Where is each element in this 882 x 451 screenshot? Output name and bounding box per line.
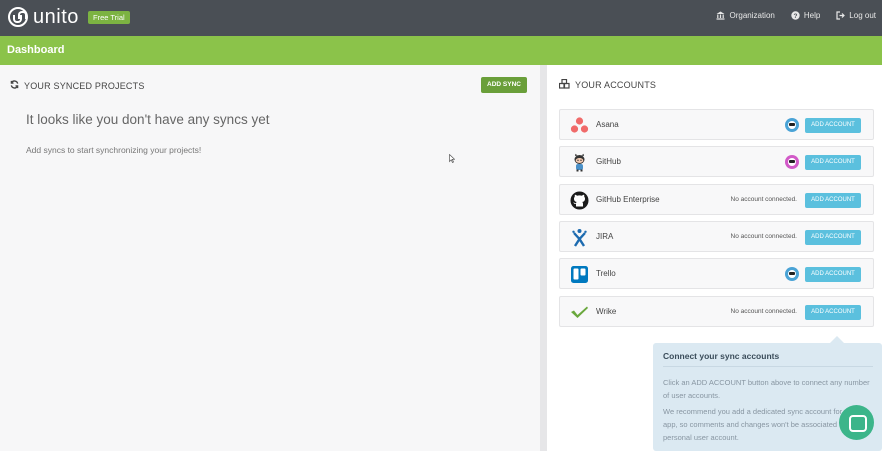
dashboard-bar: Dashboard [0,36,882,65]
add-account-button-trello[interactable]: ADD ACCOUNT [805,267,861,282]
empty-state-title: It looks like you don't have any syncs y… [26,112,270,127]
account-name: Asana [596,120,619,129]
logout-label: Log out [849,11,876,20]
add-account-button-wrike[interactable]: ADD ACCOUNT [805,305,861,320]
add-account-button-jira[interactable]: ADD ACCOUNT [805,230,861,245]
logo-text: unito [33,6,79,28]
free-trial-badge: Free Trial [88,11,130,24]
asana-icon [570,116,589,135]
account-row-trello: Trello ADD ACCOUNT [559,258,874,289]
organization-link[interactable]: Organization [716,11,775,20]
tooltip-title: Connect your sync accounts [663,351,780,361]
jira-icon [570,228,589,247]
empty-state-subtitle: Add syncs to start synchronizing your pr… [26,145,202,155]
bank-icon [716,11,725,20]
accounts-heading: YOUR ACCOUNTS [558,78,657,91]
account-name: GitHub [596,157,621,166]
svg-text:?: ? [793,13,797,20]
tooltip-divider [663,366,873,367]
user-avatar[interactable] [785,267,799,281]
tooltip-paragraph-1: Click an ADD ACCOUNT button above to con… [663,378,870,400]
account-name: Wrike [596,307,617,316]
synced-projects-title: YOUR SYNCED PROJECTS [24,80,145,91]
account-name: JIRA [596,232,614,241]
no-account-status: No account connected. [730,308,798,315]
github-octocat-icon [570,153,589,172]
no-account-status: No account connected. [730,233,798,240]
user-avatar[interactable] [785,118,799,132]
cubes-icon [558,78,570,91]
top-navbar: unito Free Trial Organization ? Help Log… [0,0,882,36]
account-row-asana: Asana ADD ACCOUNT [559,109,874,140]
add-sync-button[interactable]: ADD SYNC [481,77,527,93]
account-row-wrike: Wrike No account connected. ADD ACCOUNT [559,296,874,327]
logout-link[interactable]: Log out [836,11,876,20]
unito-logo[interactable]: unito [8,7,79,27]
no-account-status: No account connected. [730,196,798,203]
add-account-button-github-enterprise[interactable]: ADD ACCOUNT [805,193,861,208]
question-circle-icon: ? [791,11,800,20]
accounts-title: YOUR ACCOUNTS [575,80,657,90]
account-row-github-enterprise: GitHub Enterprise No account connected. … [559,184,874,215]
add-account-button-github[interactable]: ADD ACCOUNT [805,155,861,170]
account-name: GitHub Enterprise [596,195,660,204]
tooltip-arrow [830,336,844,343]
trello-icon [570,265,589,284]
panel-divider [540,65,547,451]
github-icon [570,191,589,210]
chat-launcher-button[interactable] [839,405,874,440]
account-row-jira: JIRA No account connected. ADD ACCOUNT [559,221,874,252]
help-label: Help [803,11,821,20]
account-row-github: GitHub ADD ACCOUNT [559,146,874,177]
help-link[interactable]: ? Help [791,11,820,20]
synced-projects-heading: YOUR SYNCED PROJECTS [10,80,145,91]
unito-logo-icon [8,7,28,27]
wrike-icon [570,303,589,322]
add-account-button-asana[interactable]: ADD ACCOUNT [805,118,861,133]
refresh-icon [10,80,19,91]
page-title: Dashboard [7,44,65,56]
organization-label: Organization [729,11,775,20]
sign-out-icon [836,11,846,20]
mouse-cursor-icon [449,150,456,163]
account-name: Trello [596,269,616,278]
top-nav: Organization ? Help Log out [716,11,876,20]
user-avatar[interactable] [785,155,799,169]
